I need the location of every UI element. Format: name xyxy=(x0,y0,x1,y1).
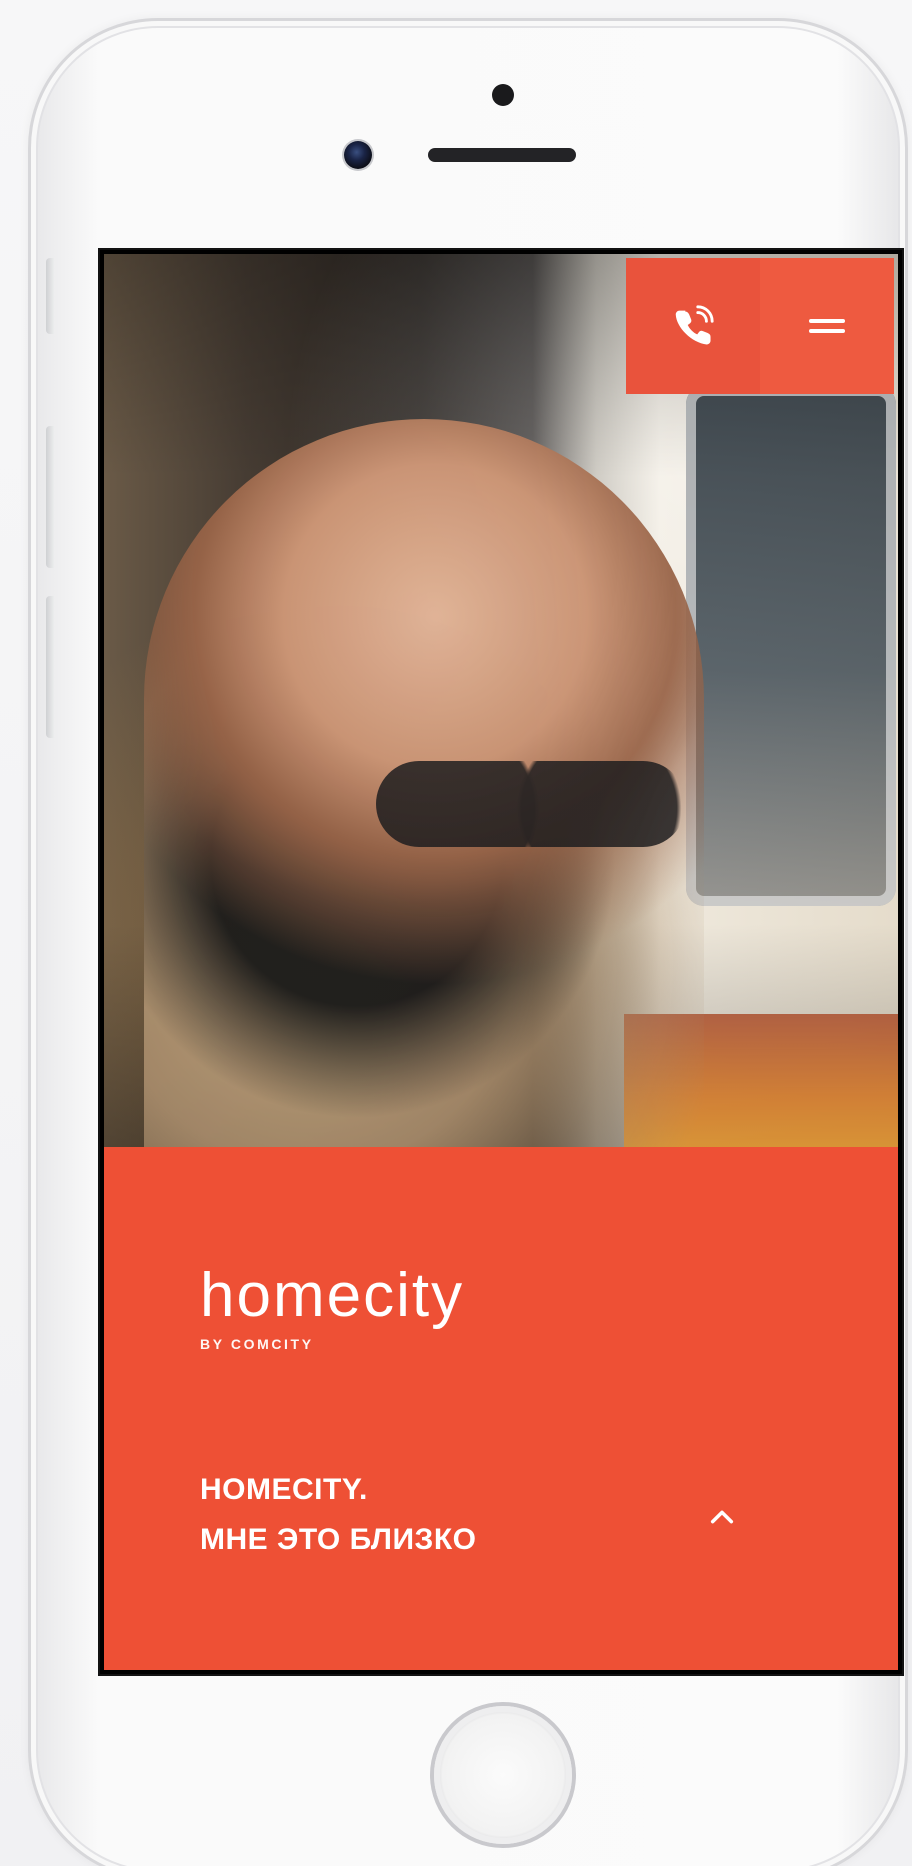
volume-down-button xyxy=(46,596,54,738)
home-button[interactable] xyxy=(434,1706,572,1844)
menu-icon xyxy=(809,315,845,337)
chevron-up-icon xyxy=(710,1510,734,1524)
tagline-line-1: HOMECITY. xyxy=(200,1473,368,1506)
scroll-up-button[interactable] xyxy=(692,1487,752,1547)
tram-window xyxy=(686,386,896,906)
hero-image xyxy=(104,254,898,1147)
call-button[interactable] xyxy=(626,258,760,394)
brand-logo: homecity BY COMCITY xyxy=(200,1261,465,1352)
glasses-detail xyxy=(376,761,686,847)
front-camera-icon xyxy=(344,141,372,169)
mute-switch xyxy=(46,258,54,334)
page: homecity BY COMCITY HOMECITY. МНЕ ЭТО БЛ… xyxy=(0,0,912,1866)
menu-button[interactable] xyxy=(760,258,894,394)
brand-panel: homecity BY COMCITY HOMECITY. МНЕ ЭТО БЛ… xyxy=(104,1147,898,1670)
volume-up-button xyxy=(46,426,54,568)
phone-screen: homecity BY COMCITY HOMECITY. МНЕ ЭТО БЛ… xyxy=(100,250,902,1674)
menu-line xyxy=(809,319,845,323)
brand-name: homecity xyxy=(200,1261,465,1330)
header-actions xyxy=(626,258,894,394)
earpiece-camera-icon xyxy=(492,84,514,106)
menu-line xyxy=(809,329,845,333)
brand-subtitle: BY COMCITY xyxy=(200,1336,314,1352)
phone-icon xyxy=(675,305,714,345)
hero-tagline: HOMECITY. МНЕ ЭТО БЛИЗКО xyxy=(200,1465,476,1565)
speaker-grille xyxy=(428,148,576,162)
phone-frame: homecity BY COMCITY HOMECITY. МНЕ ЭТО БЛ… xyxy=(28,18,908,1866)
tagline-line-2: МНЕ ЭТО БЛИЗКО xyxy=(200,1523,477,1556)
